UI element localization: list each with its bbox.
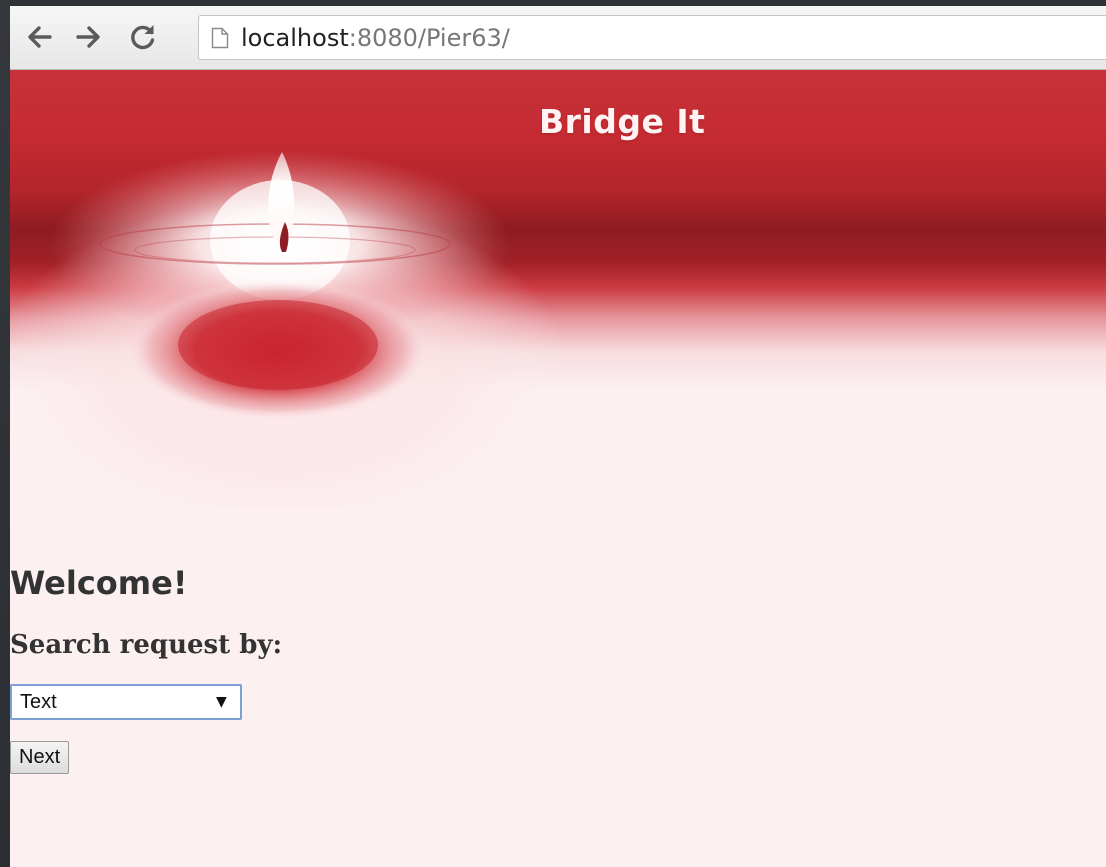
arrow-right-icon [76,26,100,48]
arrow-left-icon [28,26,52,48]
select-value: Text [20,691,57,713]
url-path: :8080/Pier63/ [348,24,510,52]
search-type-select[interactable]: Text ▼ [10,684,242,720]
next-button[interactable]: Next [10,741,70,774]
search-label: Search request by: [10,630,283,660]
document-icon [211,27,229,49]
window-frame-left [0,0,10,867]
address-bar[interactable]: localhost:8080/Pier63/ [198,15,1106,60]
dropdown-arrow-icon: ▼ [216,694,227,710]
url-host: localhost [241,24,349,52]
url-text[interactable]: localhost:8080/Pier63/ [241,24,510,52]
forward-button[interactable] [72,20,106,54]
browser-toolbar: localhost:8080/Pier63/ [10,6,1106,70]
page-viewport: Bridge It Welcome! Search request by: Te… [10,70,1106,867]
reload-button[interactable] [126,20,160,54]
back-button[interactable] [22,20,56,54]
site-title: Bridge It [539,102,706,141]
header-banner: Bridge It [10,70,1106,510]
reload-icon [131,25,155,50]
welcome-heading: Welcome! [10,564,188,602]
